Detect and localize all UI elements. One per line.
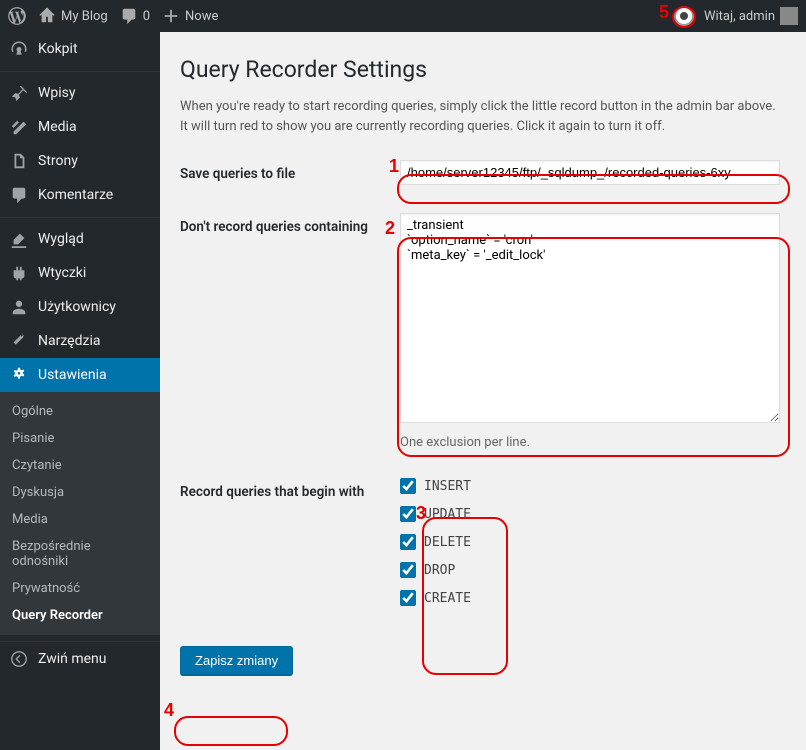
menu-collapse[interactable]: Zwiń menu — [0, 641, 160, 676]
chk-update-label: UPDATE — [424, 507, 471, 522]
site-link[interactable]: My Blog — [38, 7, 108, 25]
menu-pages[interactable]: Strony — [0, 144, 160, 178]
wordpress-icon — [8, 7, 26, 25]
chevron-left-circle-icon — [10, 650, 28, 668]
site-title: My Blog — [61, 9, 108, 24]
content-area: Query Recorder Settings When you're read… — [160, 32, 806, 750]
submenu-permalinks[interactable]: Bezpośrednie odnośniki — [0, 533, 160, 575]
row-begin-with: Record queries that begin with INSERT UP… — [180, 478, 786, 618]
row-exclude: Don't record queries containing One excl… — [180, 213, 786, 450]
submenu-reading[interactable]: Czytanie — [0, 452, 160, 479]
menu-media[interactable]: Media — [0, 110, 160, 144]
submenu-writing[interactable]: Pisanie — [0, 425, 160, 452]
chk-delete-label: DELETE — [424, 535, 471, 550]
account-link[interactable]: Witaj, admin — [704, 7, 798, 25]
comments-link[interactable]: 0 — [120, 7, 150, 25]
howdy-text: Witaj, admin — [704, 9, 775, 24]
wp-logo[interactable] — [8, 7, 26, 25]
chk-update[interactable] — [400, 506, 416, 522]
pin-icon — [10, 84, 28, 102]
menu-comments[interactable]: Komentarze — [0, 178, 160, 212]
submenu-general[interactable]: Ogólne — [0, 398, 160, 425]
menu-posts[interactable]: Wpisy — [0, 71, 160, 110]
submenu-discussion[interactable]: Dyskusja — [0, 479, 160, 506]
new-label: Nowe — [185, 9, 218, 24]
chk-drop[interactable] — [400, 562, 416, 578]
menu-users[interactable]: Użytkownicy — [0, 290, 160, 324]
settings-submenu: Ogólne Pisanie Czytanie Dyskusja Media B… — [0, 392, 160, 635]
submenu-privacy[interactable]: Prywatność — [0, 575, 160, 602]
menu-plugins[interactable]: Wtyczki — [0, 256, 160, 290]
chk-insert-label: INSERT — [424, 479, 471, 494]
menu-appearance[interactable]: Wygląd — [0, 217, 160, 256]
chk-delete[interactable] — [400, 534, 416, 550]
comments-icon — [10, 186, 28, 204]
menu-tools[interactable]: Narzędzia — [0, 324, 160, 358]
tools-icon — [10, 332, 28, 350]
exclude-hint: One exclusion per line. — [400, 435, 786, 450]
chk-insert[interactable] — [400, 478, 416, 494]
plugins-icon — [10, 264, 28, 282]
record-button[interactable] — [674, 6, 694, 26]
pages-icon — [10, 152, 28, 170]
comment-icon — [120, 7, 138, 25]
submit-button[interactable]: Zapisz zmiany — [180, 646, 293, 675]
menu-settings[interactable]: Ustawienia — [0, 358, 160, 392]
page-description: When you're ready to start recording que… — [180, 97, 786, 136]
chk-create-label: CREATE — [424, 591, 471, 606]
exclude-textarea[interactable] — [400, 213, 780, 423]
media-icon — [10, 118, 28, 136]
settings-icon — [10, 366, 28, 384]
label-exclude: Don't record queries containing — [180, 213, 400, 235]
submenu-media[interactable]: Media — [0, 506, 160, 533]
chk-drop-label: DROP — [424, 563, 455, 578]
page-title: Query Recorder Settings — [180, 56, 786, 83]
plus-icon — [162, 7, 180, 25]
label-save-file: Save queries to file — [180, 160, 400, 182]
appearance-icon — [10, 230, 28, 248]
menu-dashboard[interactable]: Kokpit — [0, 32, 160, 66]
record-dot-icon — [680, 12, 688, 20]
submenu-query-recorder[interactable]: Query Recorder — [0, 602, 160, 629]
avatar-icon — [780, 7, 798, 25]
home-icon — [38, 7, 56, 25]
save-file-input[interactable] — [400, 160, 780, 185]
dashboard-icon — [10, 40, 28, 58]
new-content[interactable]: Nowe — [162, 7, 218, 25]
admin-bar: My Blog 0 Nowe Witaj, admin — [0, 0, 806, 32]
chk-create[interactable] — [400, 590, 416, 606]
users-icon — [10, 298, 28, 316]
comments-count: 0 — [143, 9, 150, 24]
row-save-file: Save queries to file — [180, 160, 786, 185]
admin-menu: Kokpit Wpisy Media Strony Komentarze Wyg… — [0, 32, 160, 750]
label-begin-with: Record queries that begin with — [180, 478, 400, 500]
